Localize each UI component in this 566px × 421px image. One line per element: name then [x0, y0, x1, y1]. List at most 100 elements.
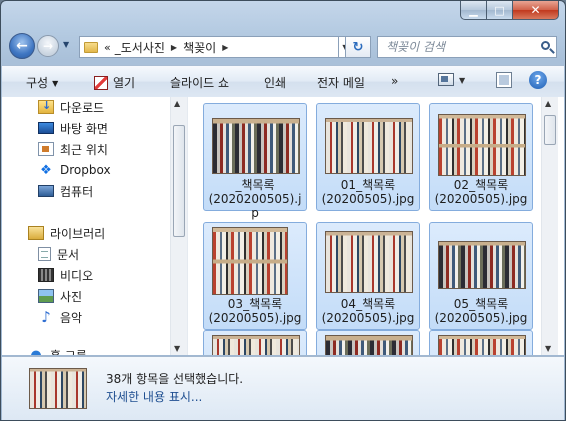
folder-icon: [84, 41, 98, 53]
chevron-down-icon: ▼: [52, 79, 59, 88]
nav-item-label: 바탕 화면: [60, 121, 108, 136]
back-arrow-icon: ←: [16, 38, 28, 54]
email-button[interactable]: 전자 메일: [317, 74, 365, 91]
preview-pane-icon[interactable]: [496, 72, 512, 88]
desktop-icon: [38, 122, 54, 134]
image-thumbnail: [438, 114, 526, 176]
back-button[interactable]: ←: [9, 33, 35, 59]
nav-item-label: Dropbox: [60, 163, 111, 177]
search-box[interactable]: [377, 36, 557, 58]
open-button[interactable]: 열기: [94, 74, 135, 91]
nav-item-label: 라이브러리: [50, 226, 106, 241]
nav-item-label: 비디오: [60, 268, 94, 283]
image-thumbnail: [325, 118, 413, 174]
details-pane: 38개 항목을 선택했습니다. 자세한 내용 표시...: [2, 356, 564, 420]
file-list-scrollbar[interactable]: ▲ ▼: [541, 97, 558, 355]
nav-pane-scrollbar[interactable]: ▲ ▼: [170, 97, 187, 355]
caption-buttons: ▁ □ ✕: [460, 1, 559, 21]
nav-item-videos[interactable]: 비디오: [38, 265, 93, 285]
maximize-icon: □: [494, 3, 505, 17]
navigation-pane: 다운로드 바탕 화면 최근 위치 ❖ Dropbox 컴퓨터 라이브러리 문서 비…: [2, 97, 187, 355]
image-thumbnail: [212, 335, 300, 355]
selection-count: 38개 항목을 선택했습니다.: [106, 372, 244, 386]
nav-item-downloads[interactable]: 다운로드: [38, 97, 104, 117]
nav-item-libraries[interactable]: 라이브러리: [28, 223, 105, 243]
nav-item-recent-places[interactable]: 최근 위치: [38, 139, 108, 159]
nav-item-documents[interactable]: 문서: [38, 244, 79, 264]
dropbox-icon: ❖: [40, 162, 52, 178]
nav-item-homegroup[interactable]: ● 홈 그룹: [28, 345, 87, 356]
breadcrumb-item[interactable]: 책꽂이: [183, 39, 216, 56]
library-icon: [28, 226, 44, 240]
nav-item-label: 음악: [60, 310, 83, 325]
downloads-folder-icon: [38, 99, 54, 114]
maximize-button[interactable]: □: [487, 1, 513, 20]
breadcrumb-item[interactable]: _도서사진: [115, 39, 165, 56]
image-thumbnail: [325, 231, 413, 293]
main-area: 다운로드 바탕 화면 최근 위치 ❖ Dropbox 컴퓨터 라이브러리 문서 비…: [2, 97, 564, 355]
search-icon[interactable]: [541, 41, 550, 50]
minimize-button[interactable]: ▁: [460, 1, 487, 20]
file-tile[interactable]: 04_책목록 (20200505).jpg: [316, 222, 420, 330]
file-name: 02_책목록 (20200505).jpg: [434, 178, 528, 206]
breadcrumb-separator-icon[interactable]: ▶: [171, 43, 177, 52]
more-commands-button[interactable]: »: [391, 74, 398, 88]
file-tile[interactable]: [316, 330, 420, 355]
videos-icon: [38, 268, 54, 282]
file-scroll-thumb[interactable]: [544, 115, 556, 145]
command-bar: 구성 ▼ 열기 슬라이드 쇼 인쇄 전자 메일 » ▼ ?: [2, 65, 564, 98]
file-name: 03_책목록 (20200505).jpg: [208, 297, 302, 325]
computer-icon: [38, 185, 54, 197]
recent-places-icon: [38, 142, 54, 156]
nav-item-label: 다운로드: [60, 100, 105, 115]
print-button[interactable]: 인쇄: [264, 74, 286, 91]
nav-item-computer[interactable]: 컴퓨터: [38, 181, 93, 201]
scroll-up-icon[interactable]: ▲: [545, 99, 551, 108]
show-more-details-link[interactable]: 자세한 내용 표시...: [106, 388, 202, 405]
organize-label: 구성: [26, 76, 49, 90]
file-list: _책목록(2020200505).jpg 01_책목록(20200505).jp…: [187, 97, 542, 355]
image-thumbnail: [438, 241, 526, 289]
nav-item-desktop[interactable]: 바탕 화면: [38, 118, 108, 138]
recent-pages-dropdown[interactable]: ▼: [63, 40, 69, 49]
homegroup-icon: ●: [30, 347, 42, 356]
nav-item-label: 문서: [57, 247, 80, 262]
scroll-up-icon[interactable]: ▲: [174, 99, 180, 108]
forward-arrow-icon: →: [42, 39, 54, 53]
file-tile[interactable]: 03_책목록 (20200505).jpg: [203, 222, 307, 330]
refresh-button[interactable]: ↻: [345, 36, 371, 58]
breadcrumb-overflow[interactable]: «: [104, 41, 111, 54]
address-bar[interactable]: « _도서사진 ▶ 책꽂이 ▶: [79, 36, 339, 58]
search-input[interactable]: [384, 39, 538, 55]
nav-item-dropbox[interactable]: ❖ Dropbox: [38, 160, 111, 180]
image-thumbnail: [438, 335, 526, 355]
photo-viewer-icon: [94, 76, 108, 90]
file-name: 05_책목록 (20200505).jpg: [434, 297, 528, 325]
nav-scroll-thumb[interactable]: [173, 125, 185, 237]
organize-menu[interactable]: 구성 ▼: [26, 74, 58, 91]
minimize-icon: ▁: [469, 3, 478, 17]
forward-button[interactable]: →: [37, 35, 59, 57]
breadcrumb-separator-icon[interactable]: ▶: [222, 43, 228, 52]
address-row: ← → ▼ « _도서사진 ▶ 책꽂이 ▶ ▼ ↻: [1, 32, 565, 62]
file-tile[interactable]: 01_책목록 (20200505).jpg: [316, 103, 420, 211]
file-tile[interactable]: 02_책목록 (20200505).jpg: [429, 103, 533, 211]
view-options-dropdown[interactable]: ▼: [459, 76, 465, 85]
nav-item-music[interactable]: ♪ 음악: [38, 307, 82, 327]
pictures-icon: [38, 289, 54, 303]
help-icon[interactable]: ?: [529, 71, 547, 89]
change-view-icon[interactable]: [438, 73, 454, 86]
file-tile[interactable]: 05_책목록 (20200505).jpg: [429, 222, 533, 330]
file-tile[interactable]: [203, 330, 307, 355]
close-button[interactable]: ✕: [513, 1, 559, 20]
scroll-down-icon[interactable]: ▼: [545, 344, 551, 353]
scroll-down-icon[interactable]: ▼: [174, 344, 180, 353]
documents-icon: [38, 247, 51, 261]
music-icon: ♪: [41, 308, 51, 326]
image-thumbnail: [325, 335, 413, 355]
slideshow-button[interactable]: 슬라이드 쇼: [170, 74, 229, 91]
nav-item-pictures[interactable]: 사진: [38, 286, 82, 306]
close-icon: ✕: [530, 3, 541, 17]
file-tile[interactable]: _책목록(2020200505).jpg: [203, 103, 307, 234]
file-tile[interactable]: [429, 330, 533, 355]
